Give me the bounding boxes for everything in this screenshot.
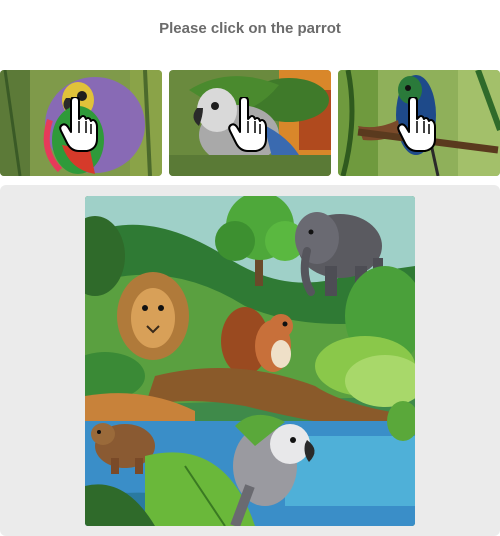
parrot-example-image-2 [169,70,331,176]
example-thumbnail-2[interactable] [169,70,331,176]
challenge-panel [0,185,500,536]
example-thumbnail-3[interactable] [338,70,500,176]
example-thumbnails [0,70,500,176]
example-thumbnail-1[interactable] [0,70,162,176]
parrot-example-image-1 [0,70,162,176]
jungle-scene-image [85,196,415,526]
parrot-example-image-3 [338,70,500,176]
instruction-text: Please click on the parrot [159,20,341,37]
challenge-image[interactable] [85,196,415,526]
